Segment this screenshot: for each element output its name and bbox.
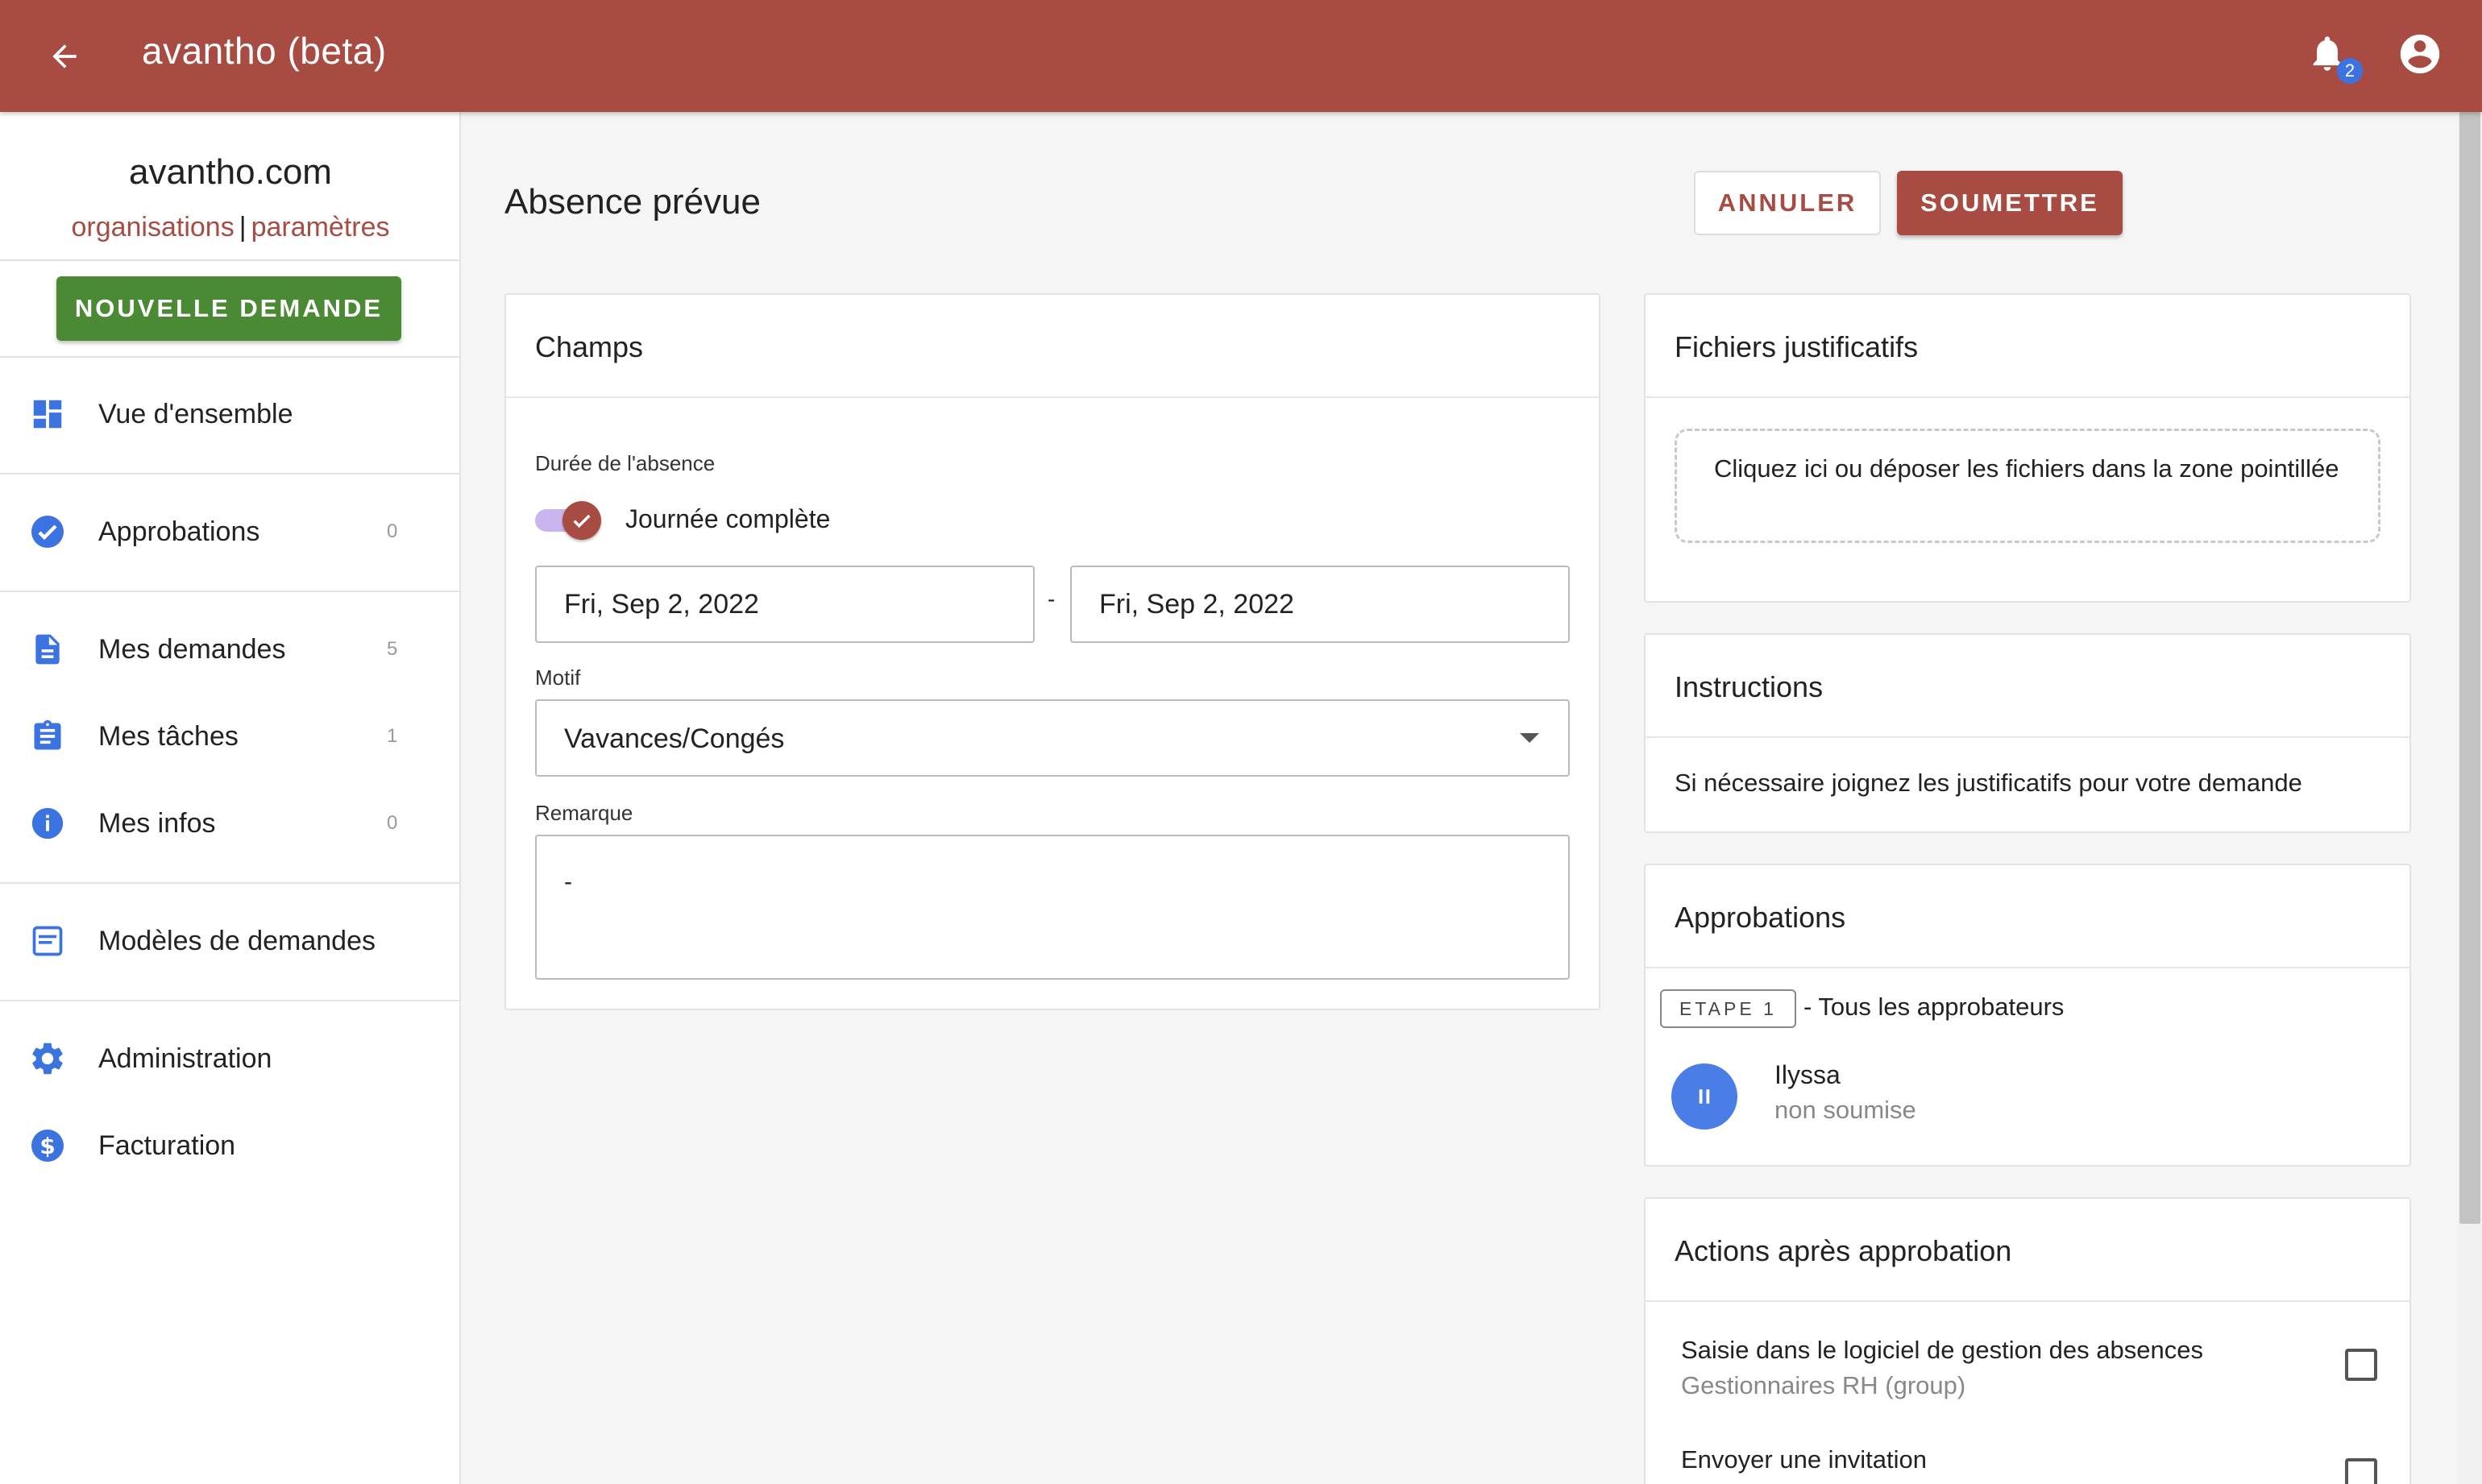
reason-value: Vavances/Congés: [564, 723, 785, 754]
sidebar-item-administration[interactable]: Administration: [0, 1022, 461, 1095]
reason-label: Motif: [535, 665, 581, 690]
card-header: Fichiers justificatifs: [1646, 295, 2409, 398]
caret-down-icon: [1520, 733, 1539, 743]
sidebar-item-label: Mes infos: [98, 807, 216, 839]
template-icon: [27, 921, 68, 961]
gear-icon: [27, 1038, 68, 1079]
dollar-icon: $: [27, 1125, 68, 1166]
approvals-card: Approbations ETAPE 1 - Tous les approbat…: [1644, 864, 2411, 1167]
divider: [0, 356, 461, 358]
notifications-button[interactable]: 2: [2306, 32, 2363, 84]
parametres-link[interactable]: paramètres: [251, 212, 390, 242]
actions-card: Actions après approbation Saisie dans le…: [1644, 1197, 2411, 1484]
files-card: Fichiers justificatifs Cliquez ici ou dé…: [1644, 293, 2411, 603]
card-title: Fichiers justificatifs: [1675, 330, 1919, 363]
notification-badge: 2: [2337, 58, 2363, 84]
full-day-toggle[interactable]: [533, 501, 601, 540]
org-name: avantho.com: [129, 152, 332, 192]
approver-status: non soumise: [1774, 1096, 1916, 1124]
sidebar-item-count: 1: [387, 725, 398, 747]
action-subtitle: Gestionnaires RH (group): [1681, 1371, 1966, 1399]
pause-icon: [1699, 1089, 1710, 1104]
divider: [0, 259, 461, 261]
new-request-button[interactable]: NOUVELLE DEMANDE: [56, 276, 401, 341]
account-circle-icon: [2400, 34, 2440, 74]
action-checkbox[interactable]: [2345, 1349, 2377, 1381]
organisations-link[interactable]: organisations: [71, 212, 234, 242]
approver-avatar: [1671, 1063, 1737, 1130]
sidebar-item-overview[interactable]: Vue d'ensemble: [0, 378, 461, 450]
start-date-input[interactable]: [535, 566, 1035, 643]
org-links: organisations | paramètres: [0, 212, 461, 243]
action-title: Saisie dans le logiciel de gestion des a…: [1681, 1336, 2203, 1364]
end-date-input[interactable]: [1070, 566, 1570, 643]
page-title: Absence prévue: [504, 182, 761, 222]
sidebar-item-count: 0: [387, 812, 398, 834]
submit-button[interactable]: SOUMETTRE: [1897, 171, 2123, 235]
instructions-text: Si nécessaire joignez les justificatifs …: [1675, 769, 2302, 797]
step-chip: ETAPE 1: [1660, 989, 1796, 1028]
sidebar-item-label: Administration: [98, 1043, 272, 1074]
sidebar-item-label: Modèles de demandes: [98, 925, 376, 956]
sidebar-item-mes-taches[interactable]: Mes tâches 1: [0, 700, 461, 773]
card-header: Instructions: [1646, 635, 2409, 738]
info-icon: [27, 803, 68, 844]
action-checkbox[interactable]: [2345, 1458, 2377, 1484]
action-title: Envoyer une invitation: [1681, 1445, 1928, 1474]
app-bar: avantho (beta) 2: [0, 0, 2482, 112]
sidebar-item-count: 5: [387, 638, 398, 660]
card-title: Instructions: [1675, 670, 1824, 703]
sidebar-item-approbations[interactable]: Approbations 0: [0, 495, 461, 568]
svg-text:$: $: [39, 1133, 55, 1159]
sidebar: avantho.com organisations | paramètres NOU…: [0, 112, 461, 1484]
file-dropzone[interactable]: Cliquez ici ou déposer les fichiers dans…: [1675, 429, 2380, 543]
check-icon: [573, 514, 591, 529]
sidebar-item-label: Approbations: [98, 516, 260, 547]
link-separator: |: [239, 212, 247, 242]
app-title: avantho (beta): [142, 30, 387, 72]
card-header: Approbations: [1646, 865, 2409, 968]
sidebar-item-count: 0: [387, 520, 398, 542]
dropzone-text: Cliquez ici ou déposer les fichiers dans…: [1714, 454, 2339, 483]
cancel-button[interactable]: ANNULER: [1694, 171, 1881, 235]
dashboard-icon: [27, 394, 68, 434]
document-icon: [27, 629, 68, 669]
sidebar-item-mes-demandes[interactable]: Mes demandes 5: [0, 613, 461, 686]
remark-label: Remarque: [535, 801, 633, 825]
sidebar-item-mes-infos[interactable]: Mes infos 0: [0, 787, 461, 860]
sidebar-item-facturation[interactable]: $ Facturation: [0, 1109, 461, 1182]
approver-name: Ilyssa: [1774, 1060, 1841, 1089]
divider: [0, 1000, 461, 1001]
arrow-left-icon: [52, 44, 77, 68]
divider: [0, 473, 461, 475]
instructions-card: Instructions Si nécessaire joignez les j…: [1644, 633, 2411, 833]
sidebar-item-label: Mes tâches: [98, 720, 239, 752]
back-button[interactable]: [42, 34, 87, 79]
card-title: Champs: [535, 330, 644, 363]
card-title: Approbations: [1675, 901, 1846, 934]
remark-textarea[interactable]: -: [535, 835, 1570, 980]
clipboard-icon: [27, 716, 68, 757]
date-separator: -: [1048, 587, 1056, 611]
account-button[interactable]: [2397, 31, 2445, 79]
card-title: Actions après approbation: [1675, 1234, 2012, 1267]
sidebar-item-label: Facturation: [98, 1130, 236, 1161]
step-description: - Tous les approbateurs: [1803, 993, 2065, 1021]
divider: [0, 591, 461, 592]
scrollbar-thumb[interactable]: [2459, 112, 2480, 1224]
sidebar-item-label: Mes demandes: [98, 633, 286, 665]
card-header: Actions après approbation: [1646, 1199, 2409, 1302]
full-day-label: Journée complète: [625, 504, 831, 533]
divider: [0, 882, 461, 884]
sidebar-item-label: Vue d'ensemble: [98, 398, 293, 429]
duration-label: Durée de l'absence: [535, 451, 716, 475]
check-circle-icon: [27, 512, 68, 552]
toggle-knob: [562, 501, 601, 540]
sidebar-item-modeles[interactable]: Modèles de demandes: [0, 905, 461, 977]
reason-select[interactable]: Vavances/Congés: [535, 699, 1570, 777]
card-header: Champs: [506, 295, 1599, 398]
